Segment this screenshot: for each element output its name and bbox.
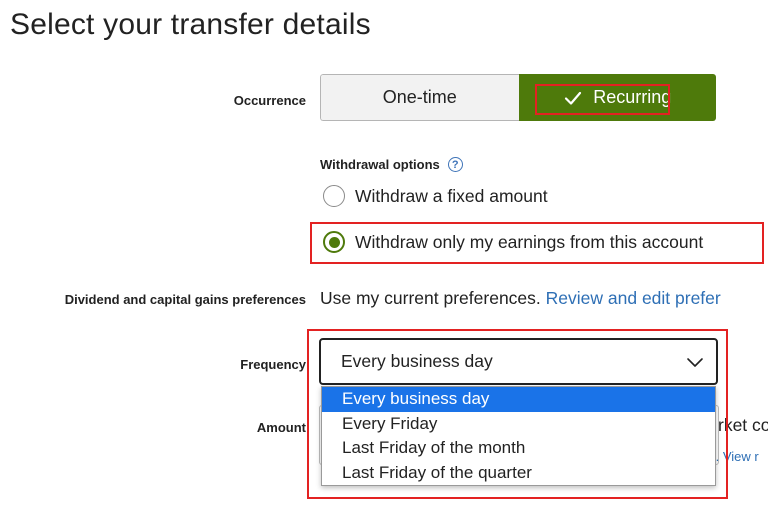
page-title: Select your transfer details xyxy=(10,8,371,41)
one-time-button[interactable]: One-time xyxy=(320,74,519,121)
recurring-button-label: Recurring xyxy=(593,87,672,107)
withdrawal-options-heading: Withdrawal options ? xyxy=(320,157,463,172)
occurrence-label: Occurrence xyxy=(233,93,306,108)
dividend-preferences-value: Use my current preferences. Review and e… xyxy=(320,288,721,309)
withdraw-earnings-label: Withdraw only my earnings from this acco… xyxy=(355,231,704,252)
withdraw-fixed-amount-label: Withdraw a fixed amount xyxy=(355,185,548,206)
frequency-option-every-friday[interactable]: Every Friday xyxy=(322,412,715,437)
frequency-selected-value: Every business day xyxy=(341,351,493,371)
frequency-option-every-business-day[interactable]: Every business day xyxy=(322,387,715,412)
dividend-preferences-label: Dividend and capital gains preferences xyxy=(64,292,306,307)
amount-label: Amount xyxy=(256,420,306,435)
checkmark-icon xyxy=(565,91,582,105)
withdraw-earnings-option[interactable]: Withdraw only my earnings from this acco… xyxy=(323,231,703,253)
frequency-select[interactable]: Every business day xyxy=(319,338,718,385)
question-circle-icon[interactable]: ? xyxy=(447,157,463,172)
frequency-option-last-friday-quarter[interactable]: Last Friday of the quarter xyxy=(322,461,715,486)
frequency-dropdown-list: Every business day Every Friday Last Fri… xyxy=(321,386,716,486)
frequency-label: Frequency xyxy=(240,357,306,372)
withdrawal-options-label: Withdrawal options xyxy=(320,157,440,172)
withdraw-fixed-amount-option[interactable]: Withdraw a fixed amount xyxy=(323,185,548,207)
recurring-button[interactable]: Recurring xyxy=(518,74,716,121)
radio-checked-icon[interactable] xyxy=(323,231,345,253)
occurrence-segmented-control: One-time Recurring xyxy=(320,74,716,121)
chevron-down-icon xyxy=(687,357,703,367)
radio-unchecked-icon[interactable] xyxy=(323,185,345,207)
dividend-preferences-text: Use my current preferences. xyxy=(320,288,546,308)
amount-obscured-text: rket co xyxy=(718,415,768,435)
amount-obscured-link[interactable]: t. View r xyxy=(712,449,759,464)
one-time-button-label: One-time xyxy=(382,87,457,107)
frequency-option-last-friday-month[interactable]: Last Friday of the month xyxy=(322,436,715,461)
review-edit-preferences-link[interactable]: Review and edit prefer xyxy=(546,288,721,308)
